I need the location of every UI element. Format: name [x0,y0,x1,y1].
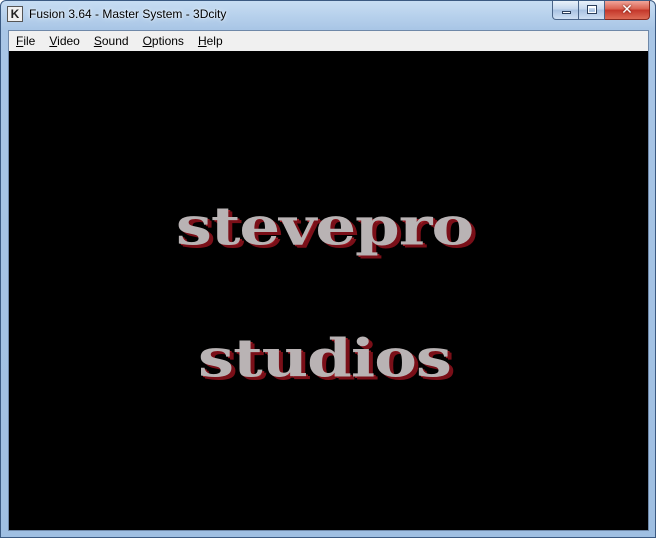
close-button[interactable]: ✕ [605,1,650,20]
menu-video[interactable]: Video [42,31,86,51]
minimize-button[interactable] [552,1,579,20]
menu-sound[interactable]: Sound [87,31,136,51]
menu-help[interactable]: Help [191,31,230,51]
maximize-icon [587,5,597,14]
emulator-window: K Fusion 3.64 - Master System - 3Dcity ✕… [0,0,656,538]
minimize-icon [562,11,571,14]
menu-options[interactable]: Options [136,31,191,51]
game-screen[interactable]: stevepro studios [9,51,648,530]
window-title: Fusion 3.64 - Master System - 3Dcity [29,7,227,21]
menu-bar: File Video Sound Options Help [9,31,648,52]
app-icon[interactable]: K [7,6,23,22]
logo-text-line-2: studios [198,328,452,390]
window-controls: ✕ [552,1,650,21]
client-area: File Video Sound Options Help stevepro s… [8,30,649,531]
maximize-button[interactable] [579,1,605,20]
close-icon: ✕ [621,2,633,18]
logo-text-line-1: stevepro [175,196,474,258]
menu-file[interactable]: File [9,31,42,51]
title-bar[interactable]: K Fusion 3.64 - Master System - 3Dcity ✕ [1,1,655,30]
